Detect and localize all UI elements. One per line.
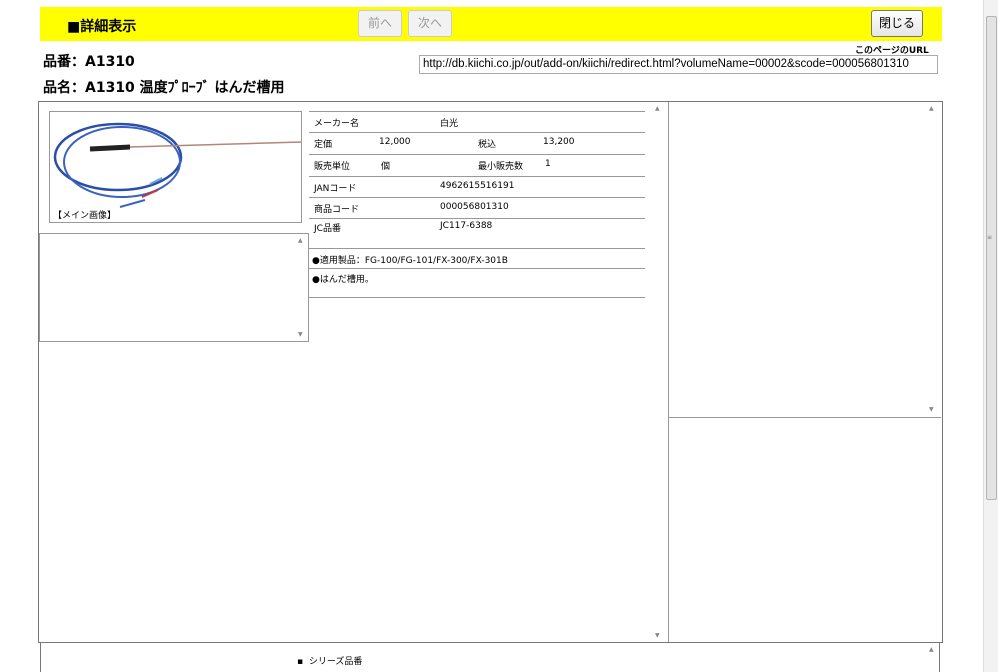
unit-value: 個: [381, 162, 391, 172]
maker-label: メーカー名: [314, 119, 360, 129]
page-scrollbar[interactable]: ≡: [983, 0, 998, 672]
page-url-field[interactable]: http://db.kiichi.co.jp/out/add-on/kiichi…: [419, 55, 938, 74]
spec-table: メーカー名 白光 定価 12,000 税込 13,200 販売単位 個 最小販売…: [309, 111, 645, 298]
series-label: ▪ シリーズ品番: [297, 657, 363, 667]
sub-image-box: ▲ ▼: [39, 233, 309, 342]
tax-value: 13,200: [543, 137, 575, 147]
list-price-label: 定価: [314, 140, 333, 150]
detail-panel: 【メイン画像】 ▲ ▼ ▲ ▼ メーカー名 白光 定価 12,000 税込 13…: [38, 101, 943, 643]
scroll-up-icon[interactable]: ▲: [298, 237, 303, 244]
jan-label: JANコード: [314, 184, 357, 194]
image-caption: 【メイン画像】: [53, 211, 117, 221]
list-price-value: 12,000: [379, 137, 411, 147]
spec-row-unit: 販売単位 個 最小販売数 1: [309, 154, 645, 176]
page-scroll-thumb[interactable]: [986, 16, 997, 500]
scroll-down-icon[interactable]: ▼: [655, 632, 660, 639]
jc-value: JC117-6388: [440, 221, 493, 231]
page-title: ■詳細表示: [67, 19, 137, 35]
header-bar: ■詳細表示 前へ 次へ 閉じる: [40, 7, 942, 41]
min-qty-value: 1: [545, 159, 551, 169]
tax-label: 税込: [478, 140, 497, 150]
scroll-up-icon[interactable]: ▲: [929, 646, 934, 653]
jan-value: 4962615516191: [440, 181, 515, 191]
scroll-grip-icon: ≡: [987, 234, 993, 241]
right-upper-scrollbar[interactable]: ▲ ▼: [927, 102, 940, 416]
spec-row-product-code: 商品コード 000056801310: [309, 197, 645, 218]
next-button[interactable]: 次へ: [408, 10, 452, 37]
spec-row-price: 定価 12,000 税込 13,200: [309, 132, 645, 154]
close-button[interactable]: 閉じる: [871, 10, 923, 37]
scroll-up-icon[interactable]: ▲: [655, 105, 660, 112]
sub-image-scrollbar[interactable]: ▲ ▼: [296, 234, 309, 341]
series-panel: ▪ シリーズ品番 ▲: [40, 643, 940, 672]
scroll-up-icon[interactable]: ▲: [929, 105, 934, 112]
specs-scrollbar[interactable]: ▲ ▼: [653, 102, 666, 642]
item-name: 品名：A1310 温度ﾌﾟﾛｰﾌﾞ はんだ槽用: [43, 80, 285, 96]
min-qty-label: 最小販売数: [478, 162, 524, 172]
product-code-label: 商品コード: [314, 205, 360, 215]
unit-label: 販売単位: [314, 162, 351, 172]
jc-label: JC品番: [314, 224, 341, 234]
item-number: 品番：A1310: [43, 54, 135, 70]
description-line-2: ●はんだ槽用。: [309, 268, 645, 298]
spec-row-jan: JANコード 4962615516191: [309, 176, 645, 197]
description-line-1: ●適用製品：FG-100/FG-101/FX-300/FX-301B: [309, 248, 645, 268]
prev-button[interactable]: 前へ: [358, 10, 402, 37]
spec-row-maker: メーカー名 白光: [309, 111, 645, 132]
right-column: ▲ ▼: [668, 102, 944, 642]
series-scrollbar[interactable]: ▲: [927, 643, 940, 672]
maker-value: 白光: [440, 119, 459, 129]
scroll-down-icon[interactable]: ▼: [929, 406, 934, 413]
spec-row-jc: JC品番 JC117-6388: [309, 218, 645, 248]
scroll-down-icon[interactable]: ▼: [298, 331, 303, 338]
product-code-value: 000056801310: [440, 202, 509, 212]
temperature-probe-image: [53, 122, 302, 208]
main-image[interactable]: 【メイン画像】: [49, 111, 302, 223]
right-column-divider: [669, 417, 941, 418]
